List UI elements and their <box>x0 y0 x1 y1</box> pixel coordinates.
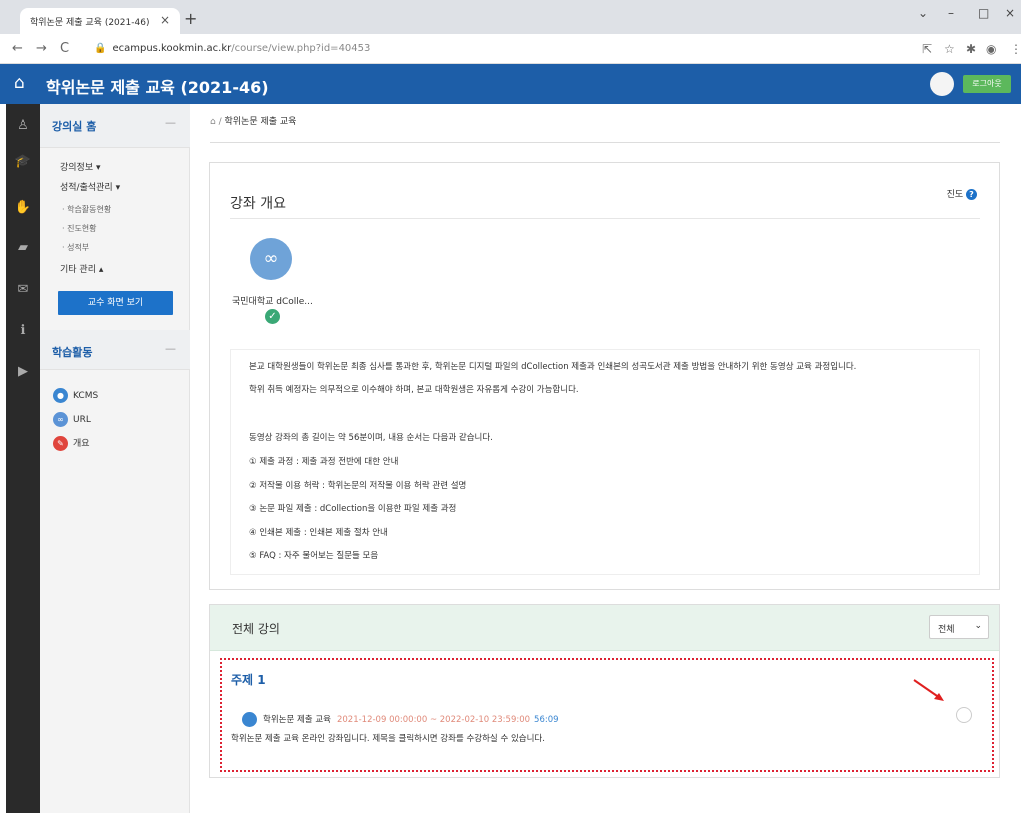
handshake-icon[interactable]: ✋ <box>6 200 40 215</box>
url-host: ecampus.kookmin.ac.kr <box>112 43 232 54</box>
sidebar-item-course-info[interactable]: 강의정보 ▾ <box>60 160 101 173</box>
course-header: ⌂ 학위논문 제출 교육 (2021-46) 로그아웃 <box>0 64 1021 104</box>
link-icon: ∞ <box>53 412 68 427</box>
browser-tabbar: 학위논문 제출 교육 (2021-46) × + ⌄ – □ × <box>0 0 1021 34</box>
close-tab-icon[interactable]: × <box>160 13 170 27</box>
url-path: /course/view.php?id=40453 <box>231 43 371 54</box>
activity-label: KCMS <box>73 391 99 401</box>
sidebar-activities-header[interactable]: 학습활동 — <box>40 330 190 370</box>
profile-icon[interactable]: ◉ <box>986 42 996 56</box>
tab-search-icon[interactable]: ⌄ <box>918 6 928 20</box>
browser-tab[interactable]: 학위논문 제출 교육 (2021-46) × <box>20 8 180 34</box>
menu-icon[interactable]: ⋮ <box>1010 42 1021 56</box>
lecture-item[interactable]: 학위논문 제출 교육 2021-12-09 00:00:00 ~ 2022-02-… <box>242 712 559 727</box>
progress-label: 진도 <box>946 190 964 200</box>
collapse-icon[interactable]: — <box>165 116 176 129</box>
lecture-dates: 2021-12-09 00:00:00 ~ 2022-02-10 23:59:0… <box>336 715 531 725</box>
activity-label: 개요 <box>73 439 90 449</box>
bookmark-star-icon[interactable]: ☆ <box>944 42 955 56</box>
collapse-icon[interactable]: — <box>165 342 176 355</box>
completion-check-icon[interactable]: ✓ <box>265 309 280 324</box>
icon-rail: ♙ 🎓 ✋ ▰ ✉ ℹ ▶ <box>6 104 40 813</box>
desc-line: 동영상 강좌의 총 길이는 약 56분이며, 내용 순서는 다음과 같습니다. <box>249 433 493 443</box>
avatar[interactable] <box>930 72 954 96</box>
sidebar-item-other[interactable]: 기타 관리 ▴ <box>60 262 103 275</box>
activity-label: URL <box>73 415 91 425</box>
minimize-icon[interactable]: – <box>948 6 954 20</box>
filter-value: 전체 <box>938 625 955 635</box>
all-lectures-card: 전체 강의 전체 ⌄ 주제 1 학위논문 제출 교육 2021-12-09 00:… <box>209 604 1000 778</box>
url-input[interactable]: 🔒 ecampus.kookmin.ac.kr/course/view.php?i… <box>86 39 904 59</box>
sidebar-sub-activity-status[interactable]: · 학습활동현황 <box>62 204 111 215</box>
course-title: 학위논문 제출 교육 (2021-46) <box>46 78 269 97</box>
forward-icon[interactable]: → <box>36 41 47 56</box>
sidebar-sub-gradebook[interactable]: · 성적부 <box>62 242 89 253</box>
link-icon[interactable]: ∞ <box>250 238 292 280</box>
info-icon[interactable]: ℹ <box>6 323 40 338</box>
lectures-title: 전체 강의 <box>232 622 280 636</box>
activity-kcms[interactable]: ● KCMS <box>53 388 98 404</box>
kcms-icon <box>242 712 257 727</box>
sidebar-sub-progress[interactable]: · 진도현황 <box>62 223 97 234</box>
help-icon[interactable]: ? <box>966 189 977 200</box>
course-description: 본교 대학원생들이 학위논문 최종 심사를 통과한 후, 학위논문 디지털 파일… <box>230 349 980 575</box>
course-overview-card: 강좌 개요 진도 ? ∞ 국민대학교 dColle... ✓ 본교 대학원생들이… <box>209 162 1000 590</box>
message-icon[interactable]: ✉ <box>6 282 40 297</box>
maximize-icon[interactable]: □ <box>978 6 989 20</box>
lecture-duration: 56:09 <box>534 715 559 725</box>
user-icon[interactable]: ♙ <box>6 118 40 133</box>
desc-line: ⑤ FAQ : 자주 물어보는 질문들 모음 <box>249 551 379 561</box>
new-tab-icon[interactable]: + <box>184 9 197 28</box>
completion-circle[interactable] <box>956 707 972 723</box>
extensions-icon[interactable]: ✱ <box>966 42 976 56</box>
lecture-title[interactable]: 학위논문 제출 교육 <box>263 715 331 725</box>
share-icon[interactable]: ⇱ <box>922 42 932 56</box>
lock-icon: 🔒 <box>94 43 107 54</box>
pencil-icon: ✎ <box>53 436 68 451</box>
kcms-icon: ● <box>53 388 68 403</box>
lecture-filter-select[interactable]: 전체 ⌄ <box>929 615 989 639</box>
desc-line: 학위 취득 예정자는 의무적으로 이수해야 하며, 본교 대학원생은 자유롭게 … <box>249 385 579 395</box>
progress-link[interactable]: 진도 ? <box>947 187 977 200</box>
close-window-icon[interactable]: × <box>1005 6 1015 20</box>
topic-title: 주제 1 <box>231 673 266 687</box>
breadcrumb: ⌂ / 학위논문 제출 교육 <box>210 117 297 127</box>
activities-title: 학습활동 <box>52 346 93 359</box>
course-home-label: 강의실 홈 <box>52 120 97 133</box>
course-sidebar: 강의실 홈 — 강의정보 ▾ 성적/출석관리 ▾ · 학습활동현황 · 진도현황… <box>40 104 190 813</box>
breadcrumb-current[interactable]: 학위논문 제출 교육 <box>225 117 297 127</box>
resource-label[interactable]: 국민대학교 dColle... <box>232 294 313 307</box>
graduation-cap-icon[interactable]: 🎓 <box>6 154 40 169</box>
divider <box>230 218 980 219</box>
home-icon[interactable]: ⌂ <box>14 73 25 93</box>
overview-title: 강좌 개요 <box>230 196 286 212</box>
desc-line: ① 제출 과정 : 제출 과정 전반에 대한 안내 <box>249 457 399 467</box>
divider <box>210 142 1000 143</box>
topic-section: 주제 1 학위논문 제출 교육 2021-12-09 00:00:00 ~ 202… <box>220 658 994 772</box>
play-icon[interactable]: ▶ <box>6 364 40 379</box>
red-arrow-icon <box>913 679 944 701</box>
desc-line: ② 저작물 이용 허락 : 학위논문의 저작물 이용 허락 관련 설명 <box>249 481 467 491</box>
reload-icon[interactable]: C <box>60 41 69 56</box>
home-icon[interactable]: ⌂ <box>210 117 216 127</box>
activity-url[interactable]: ∞ URL <box>53 412 91 428</box>
chevron-down-icon: ⌄ <box>974 621 982 631</box>
sidebar-item-grades[interactable]: 성적/출석관리 ▾ <box>60 180 120 193</box>
address-toolbar: ← → C 🔒 ecampus.kookmin.ac.kr/course/view… <box>0 34 1021 64</box>
professor-view-button[interactable]: 교수 화면 보기 <box>58 291 173 315</box>
sidebar-course-home[interactable]: 강의실 홈 — <box>40 104 190 148</box>
book-icon[interactable]: ▰ <box>6 240 40 255</box>
desc-line: ③ 논문 파일 제출 : dCollection을 이용한 파일 제출 과정 <box>249 504 457 514</box>
tab-title: 학위논문 제출 교육 (2021-46) <box>30 18 150 28</box>
desc-line: 본교 대학원생들이 학위논문 최종 심사를 통과한 후, 학위논문 디지털 파일… <box>249 362 857 372</box>
desc-line: ④ 인쇄본 제출 : 인쇄본 제출 절차 안내 <box>249 528 388 538</box>
back-icon[interactable]: ← <box>12 41 23 56</box>
lecture-description: 학위논문 제출 교육 온라인 강좌입니다. 제목을 클릭하시면 강좌를 수강하실… <box>231 734 545 744</box>
activity-overview[interactable]: ✎ 개요 <box>53 436 90 452</box>
logout-button[interactable]: 로그아웃 <box>963 75 1011 93</box>
lectures-header: 전체 강의 전체 ⌄ <box>210 605 999 651</box>
